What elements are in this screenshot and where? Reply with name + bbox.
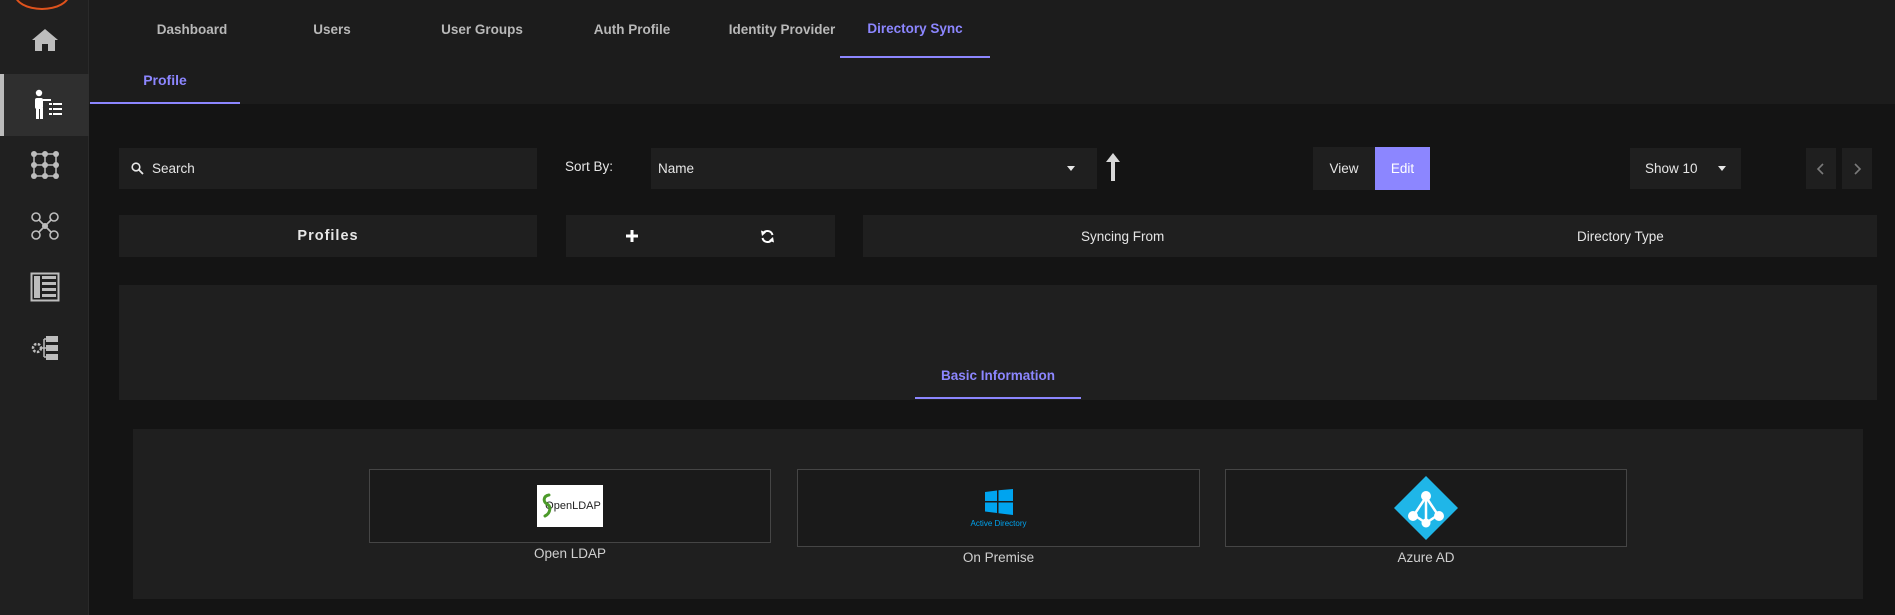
tab-directory-sync[interactable]: Directory Sync xyxy=(840,0,990,58)
tab-identity-provider[interactable]: Identity Provider xyxy=(707,0,857,58)
column-syncing-from: Syncing From xyxy=(1081,228,1165,244)
option-label: Open LDAP xyxy=(533,546,607,561)
grid-nodes-icon[interactable] xyxy=(0,134,89,196)
sub-navigation: Profile xyxy=(89,58,1895,104)
previous-page-button[interactable] xyxy=(1806,148,1836,189)
list-layout-icon[interactable] xyxy=(0,256,89,318)
chevron-left-icon xyxy=(1816,162,1824,175)
option-on-premise[interactable]: Active Directory On Premise xyxy=(797,469,1200,573)
chevron-right-icon xyxy=(1854,162,1862,175)
azure-ad-logo xyxy=(1394,476,1458,540)
directory-type-options: OpenLDAP Open LDAP Active Directory On P… xyxy=(133,429,1863,599)
view-button[interactable]: View xyxy=(1313,147,1375,190)
active-directory-logo-text: Active Directory xyxy=(970,518,1027,528)
chevron-down-icon xyxy=(1718,166,1726,171)
search-input[interactable] xyxy=(152,161,512,176)
sort-by-label: Sort By: xyxy=(565,159,614,174)
profile-actions xyxy=(566,215,835,257)
windows-logo xyxy=(984,488,1013,515)
openldap-logo-text: OpenLDAP xyxy=(545,500,601,512)
tab-profile[interactable]: Profile xyxy=(90,58,240,104)
refresh-icon xyxy=(760,229,774,243)
page-size-value: Show 10 xyxy=(1645,161,1698,176)
page-size-select[interactable]: Show 10 xyxy=(1630,148,1741,189)
azure-ad-card xyxy=(1225,469,1627,547)
option-label: On Premise xyxy=(962,550,1035,565)
home-icon[interactable] xyxy=(0,9,89,71)
add-profile-button[interactable] xyxy=(612,215,652,257)
tab-user-groups[interactable]: User Groups xyxy=(412,0,552,58)
refresh-button[interactable] xyxy=(747,215,787,257)
tab-users[interactable]: Users xyxy=(282,0,382,58)
edit-button[interactable]: Edit xyxy=(1375,147,1430,190)
openldap-worm-icon xyxy=(542,493,552,518)
tab-auth-profile[interactable]: Auth Profile xyxy=(562,0,702,58)
tab-basic-information[interactable]: Basic Information xyxy=(915,354,1081,399)
search-icon xyxy=(131,162,144,175)
on-premise-card: Active Directory xyxy=(797,469,1200,547)
sidebar xyxy=(0,0,89,615)
column-directory-type: Directory Type xyxy=(1577,228,1664,244)
sort-direction-arrow-icon[interactable] xyxy=(1104,152,1122,182)
search-box xyxy=(119,148,537,189)
openldap-logo: OpenLDAP xyxy=(537,485,603,527)
directory-users-icon[interactable] xyxy=(0,74,89,136)
option-label: Azure AD xyxy=(1397,550,1455,565)
tab-dashboard[interactable]: Dashboard xyxy=(132,0,252,58)
chevron-down-icon xyxy=(1067,166,1075,171)
settings-tree-icon[interactable] xyxy=(0,317,89,379)
open-ldap-card: OpenLDAP xyxy=(369,469,771,543)
view-edit-toggle: View Edit xyxy=(1313,147,1430,190)
option-azure-ad[interactable]: Azure AD xyxy=(1225,469,1627,573)
sort-by-select[interactable]: Name xyxy=(651,148,1097,189)
profiles-header: Profiles xyxy=(119,215,537,257)
next-page-button[interactable] xyxy=(1842,148,1872,189)
option-open-ldap[interactable]: OpenLDAP Open LDAP xyxy=(369,469,771,569)
user-network-icon[interactable] xyxy=(0,195,89,257)
table-header: Syncing From Directory Type xyxy=(863,215,1877,257)
sort-by-value: Name xyxy=(658,161,695,176)
top-navigation: Dashboard Users User Groups Auth Profile… xyxy=(89,0,1895,58)
plus-icon xyxy=(626,230,638,242)
